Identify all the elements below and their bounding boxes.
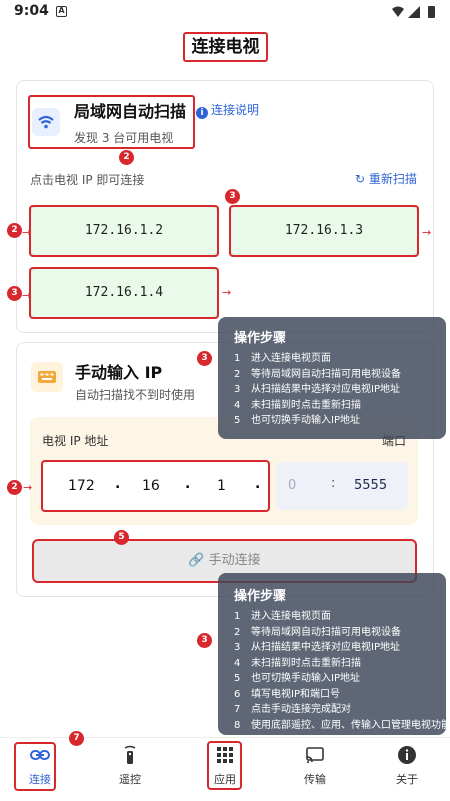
help-link[interactable]: i 连接说明 <box>196 101 259 119</box>
scan-hint: 点击电视 IP 即可连接 <box>30 173 145 187</box>
annotation-badge: 3 <box>197 633 212 648</box>
annotation-arrow: → <box>22 289 32 302</box>
nav-label: 传输 <box>304 773 326 786</box>
nav-label: 应用 <box>214 773 236 786</box>
steps-overlay-short: 操作步骤 1 进入连接电视页面 2 等待局域网自动扫描可用电视设备 3 从扫描结果中选… <box>218 317 446 439</box>
nav-label: 关于 <box>396 773 418 786</box>
step-item: 5 也可切换手动输入IP地址 <box>234 673 360 684</box>
device-tile[interactable]: 172.16.1.2 <box>30 206 218 256</box>
port-value[interactable]: 5555 <box>354 478 387 493</box>
step-item: 4 未扫描到时点击重新扫描 <box>234 399 361 411</box>
step-item: 6 填写电视IP和端口号 <box>234 688 340 700</box>
device-tile[interactable]: 172.16.1.4 <box>30 268 218 318</box>
ip-label: 电视 IP 地址 <box>42 434 109 448</box>
ip-octet-input[interactable]: 16 <box>142 478 160 494</box>
port-separator: : <box>331 476 336 491</box>
steps-list: 1 进入连接电视页面 2 等待局域网自动扫描可用电视设备 3 从扫描结果中选择对应电视… <box>234 351 401 429</box>
step-item: 1 进入连接电视页面 <box>234 611 331 622</box>
keyboard-icon <box>31 362 63 392</box>
annotation-badge: 7 <box>69 731 84 746</box>
status-icons <box>392 6 435 18</box>
wifi-signal-icon <box>392 6 404 17</box>
nav-label: 遥控 <box>119 773 141 786</box>
annotation-badge: 3 <box>225 189 240 204</box>
status-time: 9:04 <box>14 3 49 19</box>
apps-grid-icon <box>217 747 233 763</box>
annotation-badge: 3 <box>197 351 212 366</box>
step-item: 5 也可切换手动输入IP地址 <box>234 415 360 426</box>
step-item: 3 从扫描结果中选择对应电视IP地址 <box>234 642 400 653</box>
port-placeholder: 0 <box>288 478 297 493</box>
manual-subtitle: 自动扫描找不到时使用 <box>75 388 196 402</box>
link-icon: 🔗 <box>188 553 209 568</box>
nav-item-remote[interactable]: 遥控 <box>100 743 160 793</box>
remote-icon <box>124 745 136 764</box>
cast-icon <box>306 747 324 763</box>
cell-signal-icon <box>408 6 420 18</box>
ip-octet-input[interactable]: 172 <box>68 478 95 494</box>
step-item: 3 从扫描结果中选择对应电视IP地址 <box>234 384 400 395</box>
ip-separator: . <box>255 476 261 492</box>
rescan-label: 重新扫描 <box>368 172 417 186</box>
nav-item-about[interactable]: 关于 <box>377 743 437 793</box>
step-item: 8 使用底部遥控、应用、传输入口管理电视功能 <box>234 719 450 731</box>
status-bar: 9:04 A <box>0 0 450 24</box>
link-icon <box>30 750 50 760</box>
annotation-arrow: → <box>22 226 32 239</box>
annotation-arrow: → <box>422 226 432 239</box>
battery-icon <box>428 6 435 18</box>
notification-icon: A <box>56 6 67 17</box>
nav-item-apps[interactable]: 应用 <box>195 743 255 793</box>
scan-subtitle: 发现 3 台可用电视 <box>74 131 174 145</box>
refresh-icon: ↻ <box>355 172 369 186</box>
info-icon <box>398 746 416 764</box>
scan-title: 局域网自动扫描 <box>74 102 187 121</box>
ip-separator: . <box>115 476 121 492</box>
annotation-badge: 5 <box>114 530 129 545</box>
step-item: 2 等待局域网自动扫描可用电视设备 <box>234 368 401 380</box>
nav-item-transfer[interactable]: 传输 <box>285 743 345 793</box>
step-item: 1 进入连接电视页面 <box>234 353 331 364</box>
help-link-label: 连接说明 <box>211 103 260 117</box>
step-item: 2 等待局域网自动扫描可用电视设备 <box>234 626 401 638</box>
manual-connect-label: 手动连接 <box>208 553 261 568</box>
nav-label: 连接 <box>29 773 51 786</box>
ip-separator: . <box>185 476 191 492</box>
steps-list: 1 进入连接电视页面 2 等待局域网自动扫描可用电视设备 3 从扫描结果中选择对应电视… <box>234 609 450 733</box>
info-icon: i <box>196 107 208 119</box>
device-tile[interactable]: 172.16.1.3 <box>230 206 418 256</box>
step-item: 7 点击手动连接完成配对 <box>234 704 351 715</box>
annotation-arrow: → <box>23 481 33 494</box>
annotation-arrow: → <box>222 286 232 299</box>
nav-item-connect[interactable]: 连接 <box>10 743 70 793</box>
steps-title: 操作步骤 <box>234 331 287 346</box>
annotation-badge: 3 <box>7 286 22 301</box>
annotation-badge: 2 <box>7 480 22 495</box>
annotation-badge: 2 <box>119 150 134 165</box>
steps-overlay-full: 操作步骤 1 进入连接电视页面 2 等待局域网自动扫描可用电视设备 3 从扫描结果中选… <box>218 573 450 735</box>
page-title: 连接电视 <box>183 32 268 62</box>
step-item: 4 未扫描到时点击重新扫描 <box>234 657 361 669</box>
manual-title: 手动输入 IP <box>75 363 163 382</box>
ip-octet-input[interactable]: 1 <box>217 478 226 494</box>
annotation-badge: 2 <box>7 223 22 238</box>
steps-title: 操作步骤 <box>234 589 287 604</box>
rescan-button[interactable]: ↻ 重新扫描 <box>355 170 417 187</box>
